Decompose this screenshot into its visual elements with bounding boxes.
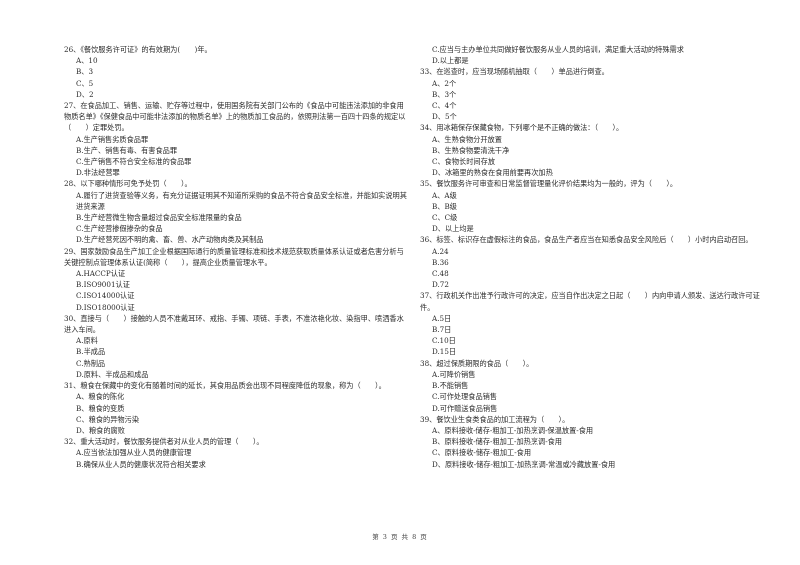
answer-option: A.可降价销售: [432, 369, 476, 379]
question-stem: 31、粮食在保藏中的变化有随着时间的延长，其食用品质会出现不同程度降低的现象，称…: [64, 381, 386, 391]
answer-option: D、粮食的腐败: [76, 425, 125, 435]
answer-option: B.生产经营微生物含量超过食品安全标准限量的食品: [76, 213, 242, 223]
answer-option: C.48: [432, 269, 449, 279]
answer-option: B.36: [432, 257, 449, 267]
answer-option: C.熟制品: [76, 358, 106, 368]
answer-option: A、2个: [432, 78, 457, 88]
answer-option: A.5日: [432, 313, 452, 323]
answer-option: C、粮食的异物污染: [76, 414, 140, 424]
answer-option: A.生产销售劣质食品罪: [76, 134, 149, 144]
answer-option: C、C级: [432, 213, 458, 223]
answer-option: A.原料: [76, 336, 98, 346]
answer-option: C.10日: [432, 336, 456, 346]
question: 38、超过保质期限的食品（ ）。 A.可降价销售 B.不能销售 C.可作处理食品销售 D…: [420, 358, 765, 414]
answer-option: C、4个: [432, 101, 457, 111]
answer-option: D、5个: [432, 112, 457, 122]
answer-option: B.确保从业人员的健康状况符合相关要求: [76, 459, 206, 469]
answer-option: D.以上都是: [432, 56, 469, 66]
question-stem: 37、行政机关作出准予行政许可的决定，应当自作出决定之日起（ ）内向申请人颁发、…: [420, 291, 760, 312]
question-stem: 29、国家鼓励食品生产加工企业根据国际通行的质量管理标准和技术规范获取质量体系认…: [64, 246, 404, 267]
question: 35、餐饮服务许可审查和日常监督管理量化评价结果均为一般的，评为（ ）。 A、A级…: [420, 178, 765, 234]
question: 30、直接与（ ）接触的人员不准戴耳环、戒指、手镯、项链、手表，不准浓艳化妆、染…: [64, 313, 409, 380]
question: 39、餐饮业生食类食品的加工流程为（ ）。 A、原料接收-储存-粗加工-加热烹调-…: [420, 414, 765, 470]
answer-option: A、生熟食物分开放置: [432, 134, 502, 144]
question: 26、《餐饮服务许可证》的有效期为( )年。 A、10 B、3 C、5 D、2: [64, 44, 409, 100]
answer-option: B、3个: [432, 89, 457, 99]
answer-option: C.应当与主办单位共同做好餐饮服务从业人员的培训，满足重大活动的特殊需求: [432, 45, 684, 54]
question-stem: 36、标签、标识存在虚假标注的食品，食品生产者应当在知悉食品安全风险后（ ）小时…: [420, 235, 753, 245]
question: 32、重大活动时，餐饮服务提供者对从业人员的管理（ ）。 A.应当依法加强从业人员…: [64, 436, 409, 470]
question: C.应当与主办单位共同做好餐饮服务从业人员的培训，满足重大活动的特殊需求 D.以上…: [420, 44, 765, 66]
right-column: C.应当与主办单位共同做好餐饮服务从业人员的培训，满足重大活动的特殊需求 D.以上…: [420, 44, 765, 470]
answer-option: B、3: [76, 67, 94, 77]
answer-option: A.应当依法加强从业人员的健康管理: [76, 448, 192, 458]
answer-option: D.原料、半成品和成品: [76, 369, 149, 379]
answer-option: D、2: [76, 89, 94, 99]
answer-option: C.生产经营掺假掺杂的食品: [76, 224, 163, 234]
question-stem: 33、在巡查时，应当现场随机抽取（ ）单品进行倒查。: [420, 67, 609, 77]
answer-option: D、以上均是: [432, 224, 474, 234]
answer-option: A.履行了进货查验等义务，有充分证据证明其不知道所采购的食品不符合食品安全标准，…: [76, 190, 407, 211]
answer-option: D.非法经营罪: [76, 168, 120, 178]
answer-option: D.生产经营死因不明的禽、畜、兽、水产动物肉类及其制品: [76, 235, 264, 245]
question-stem: 34、用冰箱保存保藏食物，下列哪个是不正确的做法：（ ）。: [420, 123, 624, 133]
answer-option: B、原料接收-储存-粗加工-加热烹调-食用: [432, 437, 562, 447]
answer-option: A、粮食的陈化: [76, 392, 125, 402]
question-stem: 39、餐饮业生食类食品的加工流程为（ ）。: [420, 414, 570, 424]
question: 33、在巡查时，应当现场随机抽取（ ）单品进行倒查。 A、2个 B、3个 C、4个 D、…: [420, 66, 765, 122]
answer-option: C.生产销售不符合安全标准的食品罪: [76, 157, 192, 167]
question: 31、粮食在保藏中的变化有随着时间的延长，其食用品质会出现不同程度降低的现象，称…: [64, 380, 409, 436]
left-column: 26、《餐饮服务许可证》的有效期为( )年。 A、10 B、3 C、5 D、2 27、在食…: [64, 44, 409, 470]
answer-option: A、原料接收-储存-粗加工-加热烹调-保温放置-食用: [432, 425, 594, 435]
answer-option: D、冰箱里的熟食在食用前要再次加热: [432, 168, 553, 178]
question: 28、以下哪种情形可免予处罚（ ）。 A.履行了进货查验等义务，有充分证据证明其不…: [64, 178, 409, 245]
question-stem: 27、在食品加工、销售、运输、贮存等过程中，使用国务院有关部门公布的《食品中可能…: [64, 101, 406, 133]
answer-option: C.可作处理食品销售: [432, 392, 498, 402]
answer-option: B.不能销售: [432, 381, 469, 391]
answer-option: B.半成品: [76, 347, 106, 357]
answer-option: D、原料接收-储存-粗加工-加热烹调-常温或冷藏放置-食用: [432, 459, 616, 469]
answer-option: D.ISO18000认证: [76, 302, 135, 312]
answer-option: C、原料接收-储存-粗加工-食用: [432, 448, 532, 458]
question: 34、用冰箱保存保藏食物，下列哪个是不正确的做法：（ ）。 A、生熟食物分开放置 B…: [420, 122, 765, 178]
answer-option: A、A级: [432, 190, 457, 200]
question-stem: 28、以下哪种情形可免予处罚（ ）。: [64, 179, 192, 189]
question-stem: 30、直接与（ ）接触的人员不准戴耳环、戒指、手镯、项链、手表，不准浓艳化妆、染…: [64, 313, 404, 335]
answer-option: A、10: [76, 56, 98, 66]
page-footer: 第 3 页 共 8 页: [372, 533, 428, 541]
answer-option: B、B级: [432, 201, 457, 211]
question: 36、标签、标识存在虚假标注的食品，食品生产者应当在知悉食品安全风险后（ ）小时…: [420, 234, 765, 290]
question: 27、在食品加工、销售、运输、贮存等过程中，使用国务院有关部门公布的《食品中可能…: [64, 100, 409, 178]
answer-option: B.生产、销售有毒、有害食品罪: [76, 145, 178, 155]
question: 37、行政机关作出准予行政许可的决定，应当自作出决定之日起（ ）内向申请人颁发、…: [420, 290, 765, 357]
answer-option: C、食物长时间存放: [432, 157, 496, 167]
answer-option: A.24: [432, 246, 449, 256]
answer-option: B、粮食的变质: [76, 403, 125, 413]
question-stem: 35、餐饮服务许可审查和日常监督管理量化评价结果均为一般的，评为（ ）。: [420, 179, 678, 189]
answer-option: C.ISO14000认证: [76, 291, 135, 301]
answer-option: B.ISO9001认证: [76, 280, 130, 290]
answer-option: C、5: [76, 78, 94, 88]
answer-option: D.72: [432, 280, 449, 290]
answer-option: B、生熟食物要清洗干净: [432, 145, 510, 155]
answer-option: B.7日: [432, 325, 452, 335]
question-stem: 26、《餐饮服务许可证》的有效期为( )年。: [64, 45, 212, 54]
question-stem: 32、重大活动时，餐饮服务提供者对从业人员的管理（ ）。: [64, 437, 264, 447]
question: 29、国家鼓励食品生产加工企业根据国际通行的质量管理标准和技术规范获取质量体系认…: [64, 246, 409, 313]
answer-option: D.15日: [432, 347, 457, 357]
question-stem: 38、超过保质期限的食品（ ）。: [420, 358, 534, 368]
answer-option: D.可作赠送食品销售: [432, 403, 498, 413]
answer-option: A.HACCP认证: [76, 269, 126, 279]
